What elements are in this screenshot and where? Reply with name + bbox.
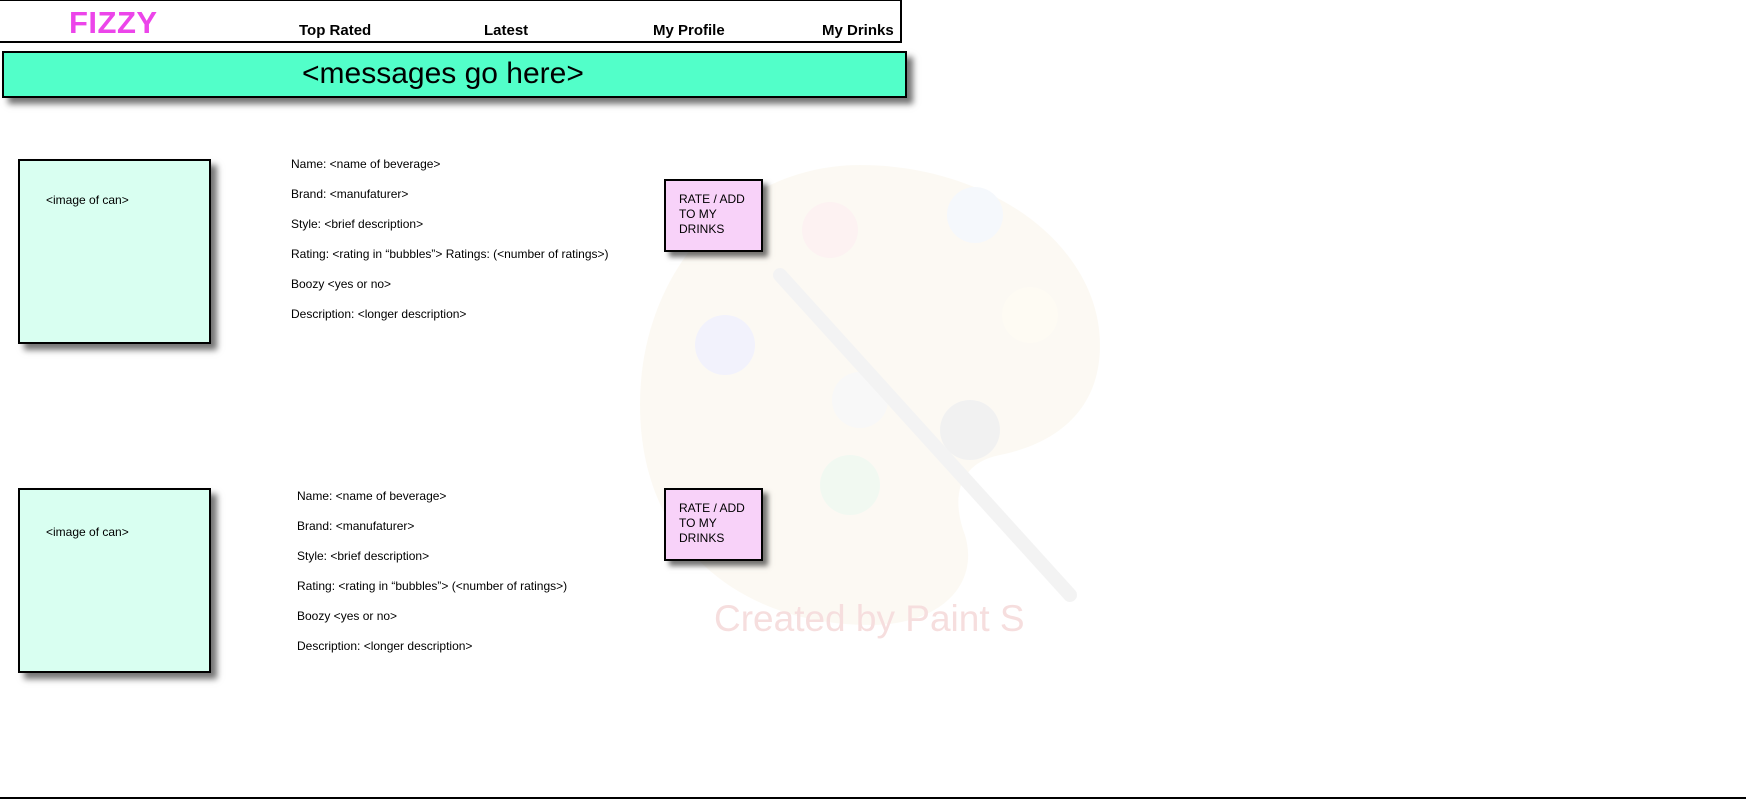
beverage-brand: Brand: <manufaturer> [297, 519, 415, 533]
nav-my-profile[interactable]: My Profile [653, 23, 725, 38]
can-image-label: <image of can> [46, 193, 129, 207]
rate-add-button[interactable]: RATE / ADD TO MY DRINKS [664, 488, 763, 561]
beverage-rating: Rating: <rating in “bubbles”> Ratings: (… [291, 247, 609, 261]
beverage-boozy: Boozy <yes or no> [297, 609, 398, 623]
nav-top-rated[interactable]: Top Rated [299, 23, 371, 38]
rate-add-button[interactable]: RATE / ADD TO MY DRINKS [664, 179, 763, 252]
beverage-name: Name: <name of beverage> [297, 489, 447, 503]
can-image-label: <image of can> [46, 525, 129, 539]
beverage-rating: Rating: <rating in “bubbles”> (<number o… [297, 579, 568, 593]
nav-latest[interactable]: Latest [484, 23, 528, 38]
rate-add-button-label: RATE / ADD TO MY DRINKS [679, 501, 745, 545]
beverage-style: Style: <brief description> [297, 549, 430, 563]
beverage-brand: Brand: <manufaturer> [291, 187, 409, 201]
beverage-name: Name: <name of beverage> [291, 157, 441, 171]
beverage-description: Description: <longer description> [297, 639, 473, 653]
message-text: <messages go here> [302, 57, 584, 90]
bottom-divider [0, 797, 1746, 799]
app-logo[interactable]: FIZZY [69, 7, 158, 38]
watermark-text: Created by Paint S [714, 598, 1025, 639]
nav-my-drinks[interactable]: My Drinks [822, 23, 894, 38]
rate-add-button-label: RATE / ADD TO MY DRINKS [679, 192, 745, 236]
beverage-description: Description: <longer description> [291, 307, 467, 321]
can-image-placeholder [18, 488, 211, 673]
beverage-boozy: Boozy <yes or no> [291, 277, 392, 291]
can-image-placeholder [18, 159, 211, 344]
beverage-style: Style: <brief description> [291, 217, 424, 231]
